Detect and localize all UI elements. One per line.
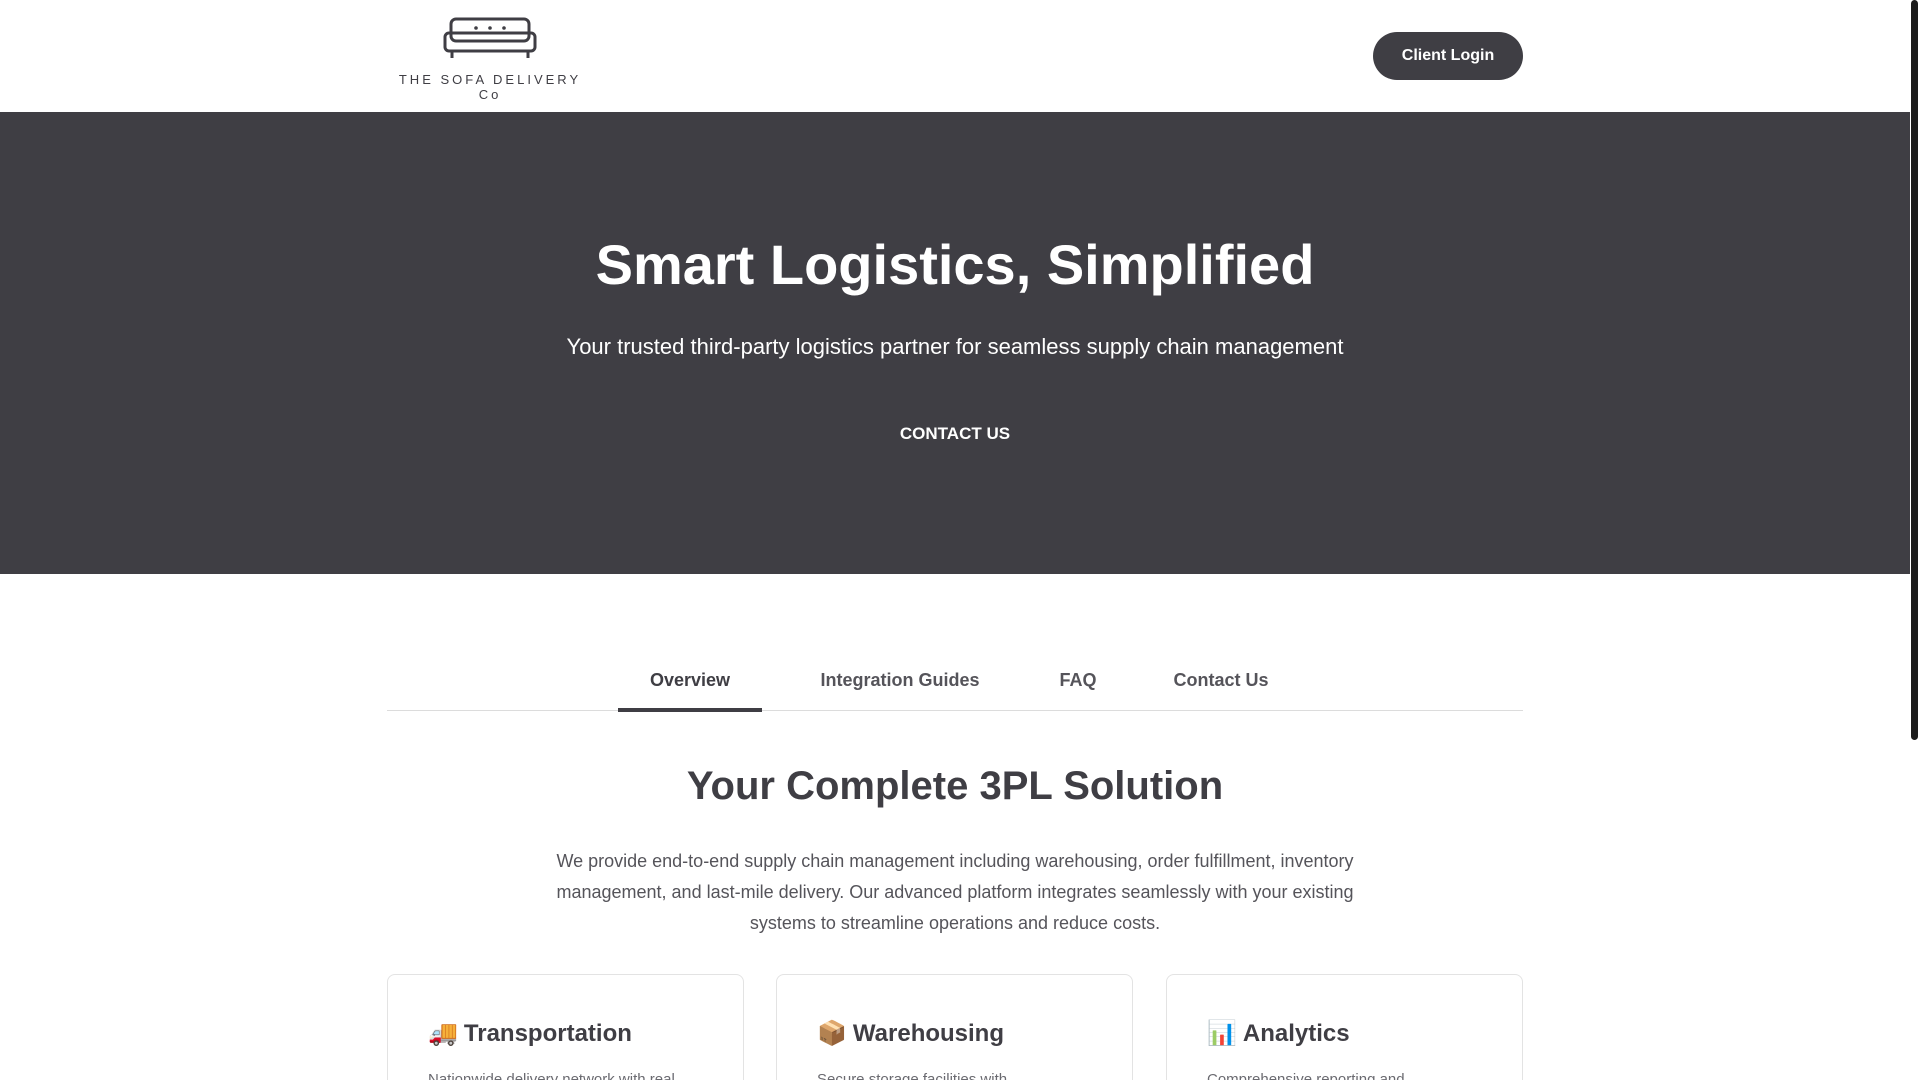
hero-section: Smart Logistics, Simplified Your trusted… [0,112,1910,574]
service-card-warehousing[interactable]: 📦 Warehousing Secure storage facilities w… [776,974,1133,1080]
service-card-analytics[interactable]: 📊 Analytics Comprehensive reporting and [1166,974,1523,1080]
card-title-text: Analytics [1242,1020,1350,1047]
tab-faq[interactable]: FAQ [1038,650,1118,711]
card-description: Secure storage facilities with [817,1071,1008,1080]
hero-subtitle: Your trusted third-party logistics partn… [566,334,1344,359]
tab-overview[interactable]: Overview [618,650,762,712]
active-tab-indicator [618,708,762,712]
card-title-text: Transportation [463,1020,632,1047]
card-title: 🚚 Transportation [428,1019,632,1048]
bar-chart-icon: 📊 [1207,1019,1237,1047]
section-description: We provide end-to-end supply chain manag… [556,851,1354,933]
card-title-text: Warehousing [852,1020,1005,1047]
tab-bar: Overview Integration Guides FAQ Contact … [387,650,1523,712]
hero-title: Smart Logistics, Simplified [595,233,1315,296]
tab-label: Contact Us [1173,670,1269,690]
service-card-transportation[interactable]: 🚚 Transportation Nationwide delivery netw… [387,974,744,1080]
logo[interactable]: THE SOFA DELIVERY Co [392,14,588,102]
card-title: 📦 Warehousing [817,1019,1004,1048]
tab-label: Overview [649,670,731,690]
truck-icon: 🚚 [428,1019,458,1047]
card-description: Comprehensive reporting and [1207,1071,1405,1080]
tab-integration-guides[interactable]: Integration Guides [800,650,1000,711]
client-login-button[interactable]: Client Login [1373,32,1523,80]
logo-wordmark: THE SOFA DELIVERY Co [398,72,582,102]
card-description: Nationwide delivery network with real [428,1071,675,1080]
tab-label: FAQ [1059,670,1097,690]
section-title: Your Complete 3PL Solution [686,764,1224,808]
contact-us-button[interactable]: CONTACT US [880,414,1030,454]
scrollbar-thumb[interactable] [1911,0,1918,740]
page: THE SOFA DELIVERY Co Client Login Smart … [0,0,1920,1080]
sofa-icon [443,17,537,58]
site-header: THE SOFA DELIVERY Co Client Login [0,0,1910,112]
card-title: 📊 Analytics [1207,1019,1350,1048]
tab-contact-us[interactable]: Contact Us [1156,650,1286,711]
package-icon: 📦 [817,1019,847,1047]
tab-label: Integration Guides [820,670,980,690]
